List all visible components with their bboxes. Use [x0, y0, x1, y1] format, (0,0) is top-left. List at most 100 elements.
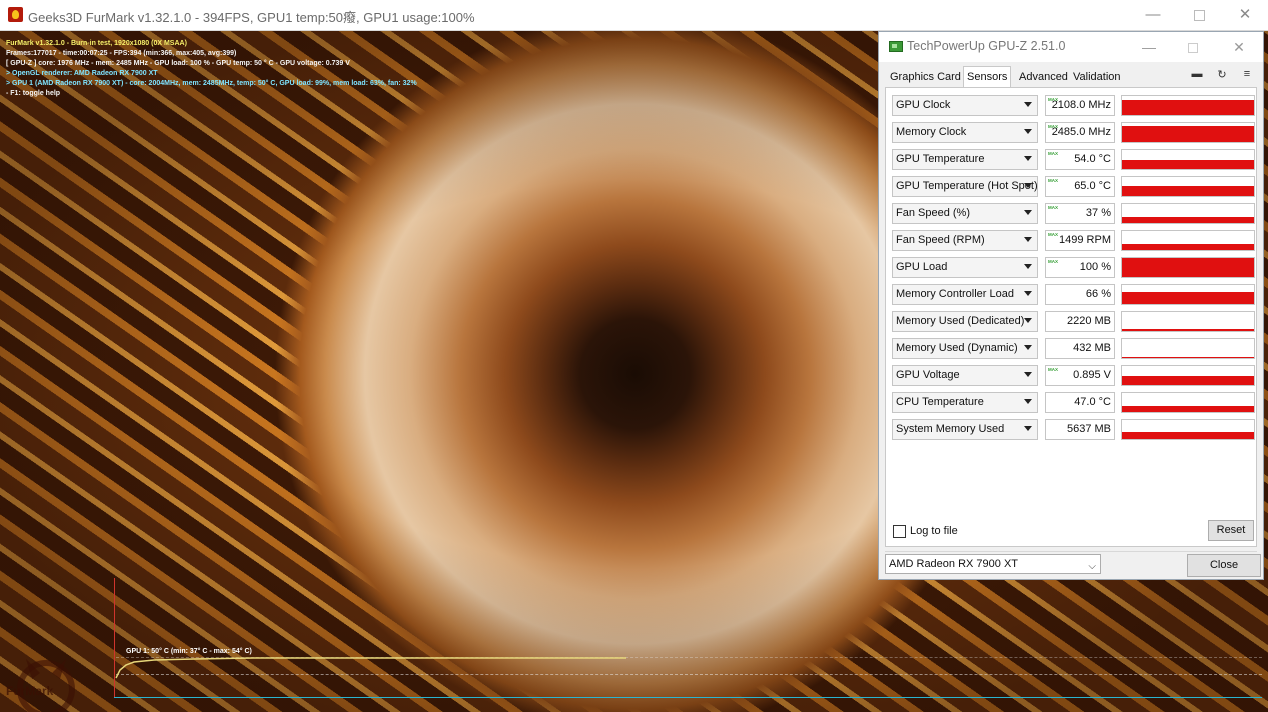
sensor-value: MAX 1499 RPM [1045, 230, 1115, 251]
sensor-name-dropdown[interactable]: GPU Load [892, 257, 1038, 278]
gpu-device-select[interactable]: AMD Radeon RX 7900 XT ⌵ [885, 554, 1101, 574]
chevron-down-icon: ⌵ [1088, 561, 1096, 572]
sensor-name-label: GPU Temperature (Hot Spot) [896, 180, 1038, 192]
sensor-value: MAX 37 % [1045, 203, 1115, 224]
sensor-name-dropdown[interactable]: Memory Used (Dedicated) [892, 311, 1038, 332]
furmark-titlebar: Geeks3D FurMark v1.32.1.0 - 394FPS, GPU1… [0, 0, 1268, 31]
sensor-row: System Memory Used 5637 MB [892, 419, 1255, 441]
sensor-row: Fan Speed (RPM) MAX 1499 RPM [892, 230, 1255, 252]
reset-button[interactable]: Reset [1208, 520, 1254, 541]
refresh-icon[interactable]: ↻ [1214, 68, 1230, 81]
camera-icon[interactable]: ▬ [1189, 68, 1205, 80]
sensors-panel: GPU Clock MAX 2108.0 MHz Memory Clock MAX 248… [885, 87, 1257, 547]
sensor-name-dropdown[interactable]: System Memory Used [892, 419, 1038, 440]
sensor-row: Fan Speed (%) MAX 37 % [892, 203, 1255, 225]
gpuz-divider [885, 551, 1257, 552]
sensor-value-text: 37 % [1085, 207, 1111, 219]
gpuz-maximize-button[interactable] [1171, 32, 1215, 62]
sensor-graph-fill [1122, 258, 1254, 277]
temp-graph-y-axis [114, 578, 115, 698]
sensor-value: 5637 MB [1045, 419, 1115, 440]
gpu-device-select-value: AMD Radeon RX 7900 XT [889, 558, 1019, 570]
sensor-value-text: 47.0 °C [1074, 396, 1111, 408]
sensor-max-tag: MAX [1048, 178, 1058, 183]
sensor-max-tag: MAX [1048, 232, 1058, 237]
sensor-graph-fill [1122, 126, 1254, 142]
chevron-down-icon [1024, 156, 1032, 161]
sensor-history-graph [1121, 149, 1255, 170]
sensor-value-text: 432 MB [1073, 342, 1111, 354]
tab-validation[interactable]: Validation [1070, 68, 1124, 87]
sensor-name-dropdown[interactable]: CPU Temperature [892, 392, 1038, 413]
osd-line-gpuz: [ GPU-Z ] core: 1976 MHz - mem: 2485 MHz… [6, 60, 350, 67]
sensor-name-dropdown[interactable]: Fan Speed (RPM) [892, 230, 1038, 251]
sensor-name-dropdown[interactable]: Memory Used (Dynamic) [892, 338, 1038, 359]
tab-sensors[interactable]: Sensors [963, 66, 1011, 88]
chevron-down-icon [1024, 102, 1032, 107]
sensor-name-label: Fan Speed (%) [896, 207, 970, 219]
sensor-name-dropdown[interactable]: GPU Clock [892, 95, 1038, 116]
sensor-name-label: GPU Temperature [896, 153, 985, 165]
sensor-name-label: Memory Used (Dedicated) [896, 315, 1025, 327]
sensor-max-tag: MAX [1048, 97, 1058, 102]
sensor-name-dropdown[interactable]: GPU Temperature [892, 149, 1038, 170]
sensor-graph-fill [1122, 160, 1254, 169]
gpuz-minimize-button[interactable]: — [1127, 32, 1171, 62]
sensor-row: Memory Used (Dedicated) 2220 MB [892, 311, 1255, 333]
osd-line-help: - F1: toggle help [6, 90, 61, 97]
sensor-history-graph [1121, 311, 1255, 332]
chevron-down-icon [1024, 264, 1032, 269]
sensor-history-graph [1121, 338, 1255, 359]
sensor-row: Memory Used (Dynamic) 432 MB [892, 338, 1255, 360]
tab-advanced[interactable]: Advanced [1016, 68, 1071, 87]
sensor-value: MAX 65.0 °C [1045, 176, 1115, 197]
sensor-name-label: System Memory Used [896, 423, 1005, 435]
chevron-down-icon [1024, 210, 1032, 215]
sensor-row: Memory Controller Load 66 % [892, 284, 1255, 306]
sensor-row: GPU Load MAX 100 % [892, 257, 1255, 279]
sensor-name-dropdown[interactable]: Memory Clock [892, 122, 1038, 143]
furmark-maximize-button[interactable] [1176, 0, 1222, 30]
sensor-value-text: 0.895 V [1073, 369, 1111, 381]
sensor-value-text: 65.0 °C [1074, 180, 1111, 192]
sensor-name-label: GPU Voltage [896, 369, 960, 381]
chevron-down-icon [1024, 399, 1032, 404]
sensor-name-dropdown[interactable]: GPU Temperature (Hot Spot) [892, 176, 1038, 197]
sensor-value-text: 1499 RPM [1059, 234, 1111, 246]
tab-graphics-card[interactable]: Graphics Card [887, 68, 964, 87]
sensor-name-label: Memory Clock [896, 126, 967, 138]
furmark-app-icon [8, 7, 23, 22]
sensor-name-label: Memory Controller Load [896, 288, 1014, 300]
sensor-value: MAX 100 % [1045, 257, 1115, 278]
furmark-logo-text: FurMark [6, 684, 54, 698]
sensor-max-tag: MAX [1048, 151, 1058, 156]
sensor-name-dropdown[interactable]: GPU Voltage [892, 365, 1038, 386]
sensor-row: GPU Clock MAX 2108.0 MHz [892, 95, 1255, 117]
chevron-down-icon [1024, 291, 1032, 296]
sensor-graph-fill [1122, 376, 1254, 385]
sensor-graph-fill [1122, 100, 1254, 115]
furmark-close-button[interactable]: ✕ [1222, 0, 1268, 30]
furmark-minimize-button[interactable]: — [1130, 0, 1176, 30]
gpuz-close-button[interactable]: Close [1187, 554, 1261, 577]
sensor-value: MAX 2485.0 MHz [1045, 122, 1115, 143]
sensor-graph-fill [1122, 432, 1254, 439]
sensor-history-graph [1121, 365, 1255, 386]
sensor-graph-fill [1122, 292, 1254, 304]
sensor-history-graph [1121, 230, 1255, 251]
log-to-file-checkbox[interactable] [893, 525, 906, 538]
sensor-name-dropdown[interactable]: Fan Speed (%) [892, 203, 1038, 224]
gpuz-close-window-button[interactable]: ✕ [1217, 32, 1261, 62]
osd-line-frames: Frames:177017 - time:00:07:25 - FPS:394 … [6, 50, 237, 57]
chevron-down-icon [1024, 372, 1032, 377]
menu-icon[interactable]: ≡ [1239, 68, 1255, 80]
sensor-value: MAX 54.0 °C [1045, 149, 1115, 170]
sensor-history-graph [1121, 257, 1255, 278]
sensor-name-dropdown[interactable]: Memory Controller Load [892, 284, 1038, 305]
sensor-value-text: 5637 MB [1066, 423, 1111, 435]
sensor-value: 432 MB [1045, 338, 1115, 359]
osd-line-title: FurMark v1.32.1.0 - Burn-in test, 1920x1… [6, 40, 187, 47]
chevron-down-icon [1024, 345, 1032, 350]
sensor-history-graph [1121, 95, 1255, 116]
sensor-value: 2220 MB [1045, 311, 1115, 332]
